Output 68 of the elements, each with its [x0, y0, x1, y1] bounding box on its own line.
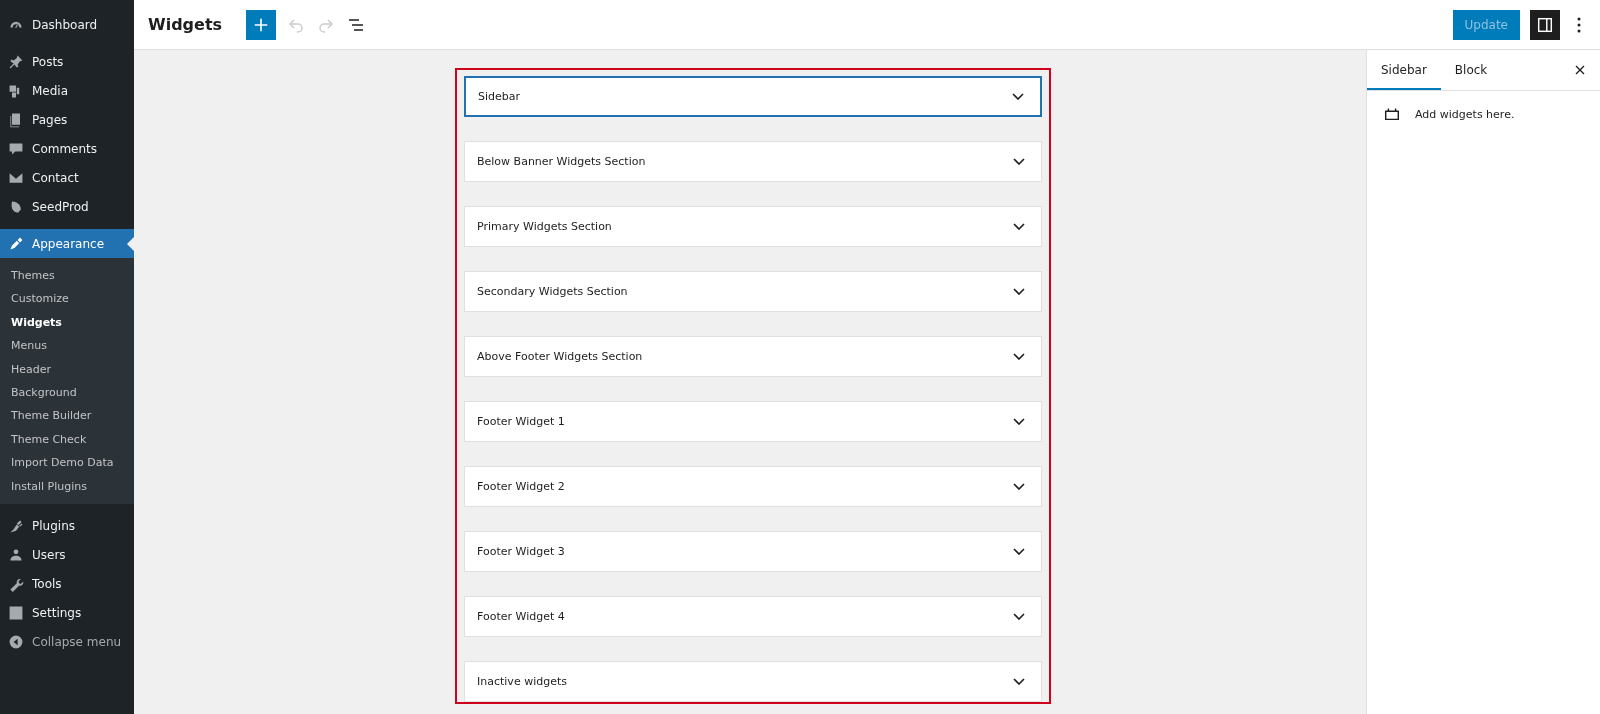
submenu-item[interactable]: Customize: [0, 287, 134, 311]
settings-toggle-button[interactable]: [1530, 9, 1560, 40]
widget-area-panel[interactable]: Footer Widget 3: [464, 531, 1042, 572]
submenu-item[interactable]: Menus: [0, 334, 134, 358]
widget-area-panel[interactable]: Footer Widget 1: [464, 401, 1042, 442]
menu-item-icon: [8, 140, 24, 157]
admin-menu-item[interactable]: Media: [0, 76, 134, 105]
admin-menu-item[interactable]: Dashboard: [0, 10, 134, 39]
widget-area-title: Above Footer Widgets Section: [477, 350, 643, 363]
submenu-item[interactable]: Install Plugins: [0, 474, 134, 498]
admin-menu-item[interactable]: Comments: [0, 134, 134, 163]
menu-item-icon: [8, 605, 24, 622]
page-title: Widgets: [148, 15, 223, 34]
submenu-item[interactable]: Background: [0, 380, 134, 405]
admin-menu-item[interactable]: Users: [0, 540, 134, 570]
widget-area-title: Sidebar: [478, 90, 521, 103]
admin-menu-item[interactable]: Pages: [0, 105, 134, 134]
menu-item-icon: [8, 235, 24, 252]
widget-area-panel[interactable]: Footer Widget 4: [464, 596, 1042, 637]
admin-menu-item[interactable]: Settings: [0, 598, 134, 628]
widget-area-panel[interactable]: Above Footer Widgets Section: [464, 336, 1042, 377]
chevron-down-icon: [1012, 93, 1024, 100]
collapse-icon: [8, 634, 24, 651]
sidebar-panel-icon: [1536, 15, 1554, 34]
widget-area-title: Secondary Widgets Section: [477, 285, 628, 298]
widget-area-title: Primary Widgets Section: [477, 220, 612, 233]
widget-area-title: Footer Widget 1: [477, 415, 565, 428]
admin-menu-item[interactable]: Contact: [0, 163, 134, 192]
widget-area-title: Footer Widget 4: [477, 610, 565, 623]
menu-item-icon: [8, 518, 24, 535]
chevron-down-icon: [1013, 418, 1025, 425]
widget-area-panel[interactable]: Secondary Widgets Section: [464, 271, 1042, 312]
admin-menu-item[interactable]: SeedProd: [0, 192, 134, 221]
collapse-menu-button[interactable]: Collapse menu: [0, 627, 134, 657]
submenu-item[interactable]: Theme Builder: [0, 404, 134, 428]
chevron-down-icon: [1013, 223, 1025, 230]
submenu-item[interactable]: Themes: [0, 264, 134, 288]
widget-area-title: Footer Widget 2: [477, 480, 565, 493]
chevron-down-icon: [1013, 158, 1025, 165]
panel-tab[interactable]: Block: [1440, 50, 1502, 90]
submenu-item[interactable]: Theme Check: [0, 427, 134, 452]
widget-area-title: Inactive widgets: [477, 675, 567, 688]
admin-menu-item[interactable]: Plugins: [0, 511, 134, 541]
widget-area-title: Footer Widget 3: [477, 545, 565, 558]
chevron-down-icon: [1013, 548, 1025, 555]
widget-area-panel[interactable]: Sidebar: [464, 76, 1042, 117]
admin-menu-item[interactable]: Tools: [0, 569, 134, 599]
add-block-button[interactable]: [246, 9, 277, 40]
widget-area-panel[interactable]: Primary Widgets Section: [464, 206, 1042, 247]
panel-description: Add widgets here.: [1415, 107, 1515, 121]
menu-item-icon: [8, 53, 24, 70]
admin-menu-item[interactable]: Posts: [0, 47, 134, 76]
menu-item-icon: [8, 547, 24, 564]
widget-area-panel[interactable]: Footer Widget 2: [464, 466, 1042, 507]
widget-area-panel[interactable]: Below Banner Widgets Section: [464, 141, 1042, 182]
admin-menu-item[interactable]: Appearance: [0, 229, 134, 258]
chevron-down-icon: [1013, 483, 1025, 490]
chevron-down-icon: [1013, 288, 1025, 295]
submenu-item[interactable]: Import Demo Data: [0, 451, 134, 475]
panel-tab[interactable]: Sidebar: [1367, 50, 1441, 90]
menu-item-icon: [8, 576, 24, 593]
widget-area-title: Below Banner Widgets Section: [477, 155, 646, 168]
widget-area-panel[interactable]: Inactive widgets: [464, 661, 1042, 702]
chevron-down-icon: [1013, 613, 1025, 620]
submenu-item[interactable]: Header: [0, 357, 134, 381]
chevron-down-icon: [1013, 353, 1025, 360]
chevron-down-icon: [1013, 678, 1025, 685]
submenu-item[interactable]: Widgets: [0, 310, 134, 335]
